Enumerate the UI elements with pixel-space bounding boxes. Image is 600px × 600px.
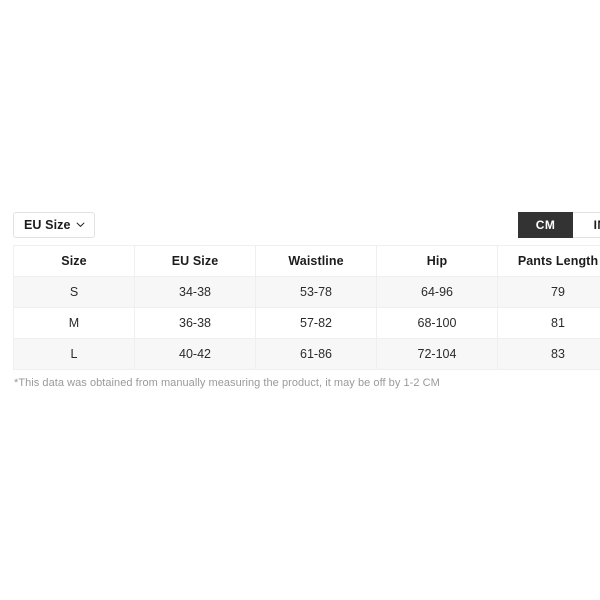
column-header-hip: Hip xyxy=(376,245,498,277)
column-header-eu-size: EU Size xyxy=(134,245,256,277)
size-table: Size EU Size Waistline Hip Pants Length … xyxy=(13,245,600,370)
cell-hip: 64-96 xyxy=(376,276,498,308)
cell-pants-length: 83 xyxy=(497,338,600,370)
cell-pants-length: 81 xyxy=(497,307,600,339)
cell-pants-length: 79 xyxy=(497,276,600,308)
column-header-waistline: Waistline xyxy=(255,245,377,277)
column-header-pants-length: Pants Length xyxy=(497,245,600,277)
unit-toggle-cm[interactable]: CM xyxy=(518,212,573,238)
chevron-down-icon xyxy=(76,220,85,229)
table-row: S 34-38 53-78 64-96 79 xyxy=(13,276,600,308)
table-row: L 40-42 61-86 72-104 83 xyxy=(13,338,600,370)
size-standard-dropdown-label: EU Size xyxy=(24,217,71,232)
cell-eu-size: 36-38 xyxy=(134,307,256,339)
cell-waistline: 57-82 xyxy=(255,307,377,339)
cell-eu-size: 40-42 xyxy=(134,338,256,370)
cell-waistline: 61-86 xyxy=(255,338,377,370)
cell-waistline: 53-78 xyxy=(255,276,377,308)
unit-toggle-group: CM IN xyxy=(518,212,600,238)
unit-toggle-in[interactable]: IN xyxy=(573,212,600,238)
cell-size: L xyxy=(13,338,135,370)
size-table-container: Size EU Size Waistline Hip Pants Length … xyxy=(13,245,600,370)
size-standard-dropdown[interactable]: EU Size xyxy=(13,212,95,238)
cell-eu-size: 34-38 xyxy=(134,276,256,308)
cell-size: M xyxy=(13,307,135,339)
table-row: M 36-38 57-82 68-100 81 xyxy=(13,307,600,339)
measurement-disclaimer: *This data was obtained from manually me… xyxy=(14,377,440,389)
table-header-row: Size EU Size Waistline Hip Pants Length xyxy=(13,245,600,277)
cell-size: S xyxy=(13,276,135,308)
size-chart-controls: EU Size CM IN xyxy=(0,210,600,240)
cell-hip: 72-104 xyxy=(376,338,498,370)
column-header-size: Size xyxy=(13,245,135,277)
cell-hip: 68-100 xyxy=(376,307,498,339)
